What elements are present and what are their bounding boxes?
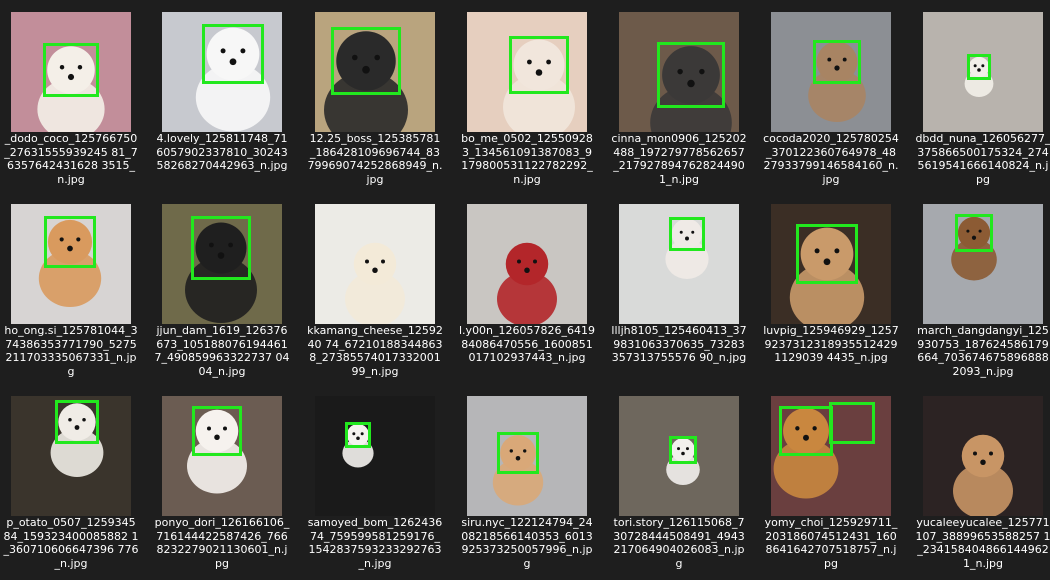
face-detection-box bbox=[813, 40, 861, 84]
file-name: kkamang_cheese_1259240 74_67210188344863… bbox=[307, 324, 443, 378]
face-detection-box bbox=[55, 400, 99, 444]
file-name: yomy_choi_125929711_203186074512431_1608… bbox=[764, 516, 898, 570]
thumbnail-image bbox=[162, 204, 282, 324]
file-name: 4.lovely_125811748_716057902337810_30243… bbox=[156, 132, 288, 172]
file-item[interactable]: bo_me_0502_125509283_134561091387083_917… bbox=[457, 4, 607, 196]
file-item[interactable]: _dodo_coco_125766750_27631555939245 81_7… bbox=[1, 4, 151, 196]
dog-photo-icon bbox=[923, 396, 1043, 516]
face-detection-box bbox=[192, 406, 242, 456]
file-name: yucaleeyucalee_125771107_38899653588257 … bbox=[915, 516, 1050, 570]
file-name: luvpig_125946929_12579237312318935512429… bbox=[763, 324, 899, 364]
dog-photo-icon bbox=[315, 396, 435, 516]
face-detection-box bbox=[43, 43, 99, 97]
file-name: llljh8105_125460413_379831063370635_7328… bbox=[611, 324, 747, 364]
file-item[interactable]: ho_ong.si_125781044_374386353771790_5275… bbox=[1, 196, 151, 388]
file-name: 12.25_boss_125385781_186428109696744_837… bbox=[307, 132, 443, 186]
file-name: ho_ong.si_125781044_374386353771790_5275… bbox=[4, 324, 138, 378]
file-name: siru.nyc_122124794_2408218566140353_6013… bbox=[461, 516, 593, 570]
file-item[interactable]: jjun_dam_1619_126376673_105188076194461 … bbox=[152, 196, 302, 388]
thumbnail-image bbox=[467, 204, 587, 324]
thumbnail-image bbox=[619, 12, 739, 132]
thumbnail-image bbox=[162, 396, 282, 516]
face-detection-box bbox=[191, 216, 251, 280]
file-name: l.y00n_126057826_641984086470556_1600851… bbox=[459, 324, 596, 364]
file-name: _dodo_coco_125766750_27631555939245 81_7… bbox=[4, 132, 138, 186]
file-name: dbdd_nuna_126056277_375866500175324_2745… bbox=[915, 132, 1050, 186]
file-item[interactable]: siru.nyc_122124794_2408218566140353_6013… bbox=[457, 388, 607, 580]
file-name: tori.story_126115068_730728444508491_494… bbox=[613, 516, 745, 570]
thumbnail-image bbox=[315, 12, 435, 132]
face-detection-box bbox=[657, 42, 725, 108]
face-detection-box bbox=[497, 432, 539, 474]
file-item[interactable]: samoyed_bom_126243674_759599581259176_15… bbox=[305, 388, 455, 580]
file-item[interactable]: kkamang_cheese_1259240 74_67210188344863… bbox=[305, 196, 455, 388]
thumbnail-image bbox=[771, 396, 891, 516]
file-name: cocoda2020_125780254_370122360764978_482… bbox=[763, 132, 899, 186]
thumbnail-image bbox=[771, 12, 891, 132]
dog-photo-icon bbox=[467, 204, 587, 324]
face-detection-box bbox=[345, 422, 371, 448]
file-name: jjun_dam_1619_126376673_105188076194461 … bbox=[154, 324, 290, 378]
file-name: samoyed_bom_126243674_759599581259176_15… bbox=[307, 516, 443, 570]
file-name: bo_me_0502_125509283_134561091387083_917… bbox=[461, 132, 593, 186]
file-name: cinna_mon0906_125202488_197279778562657_… bbox=[611, 132, 747, 186]
file-name: p_otato_0507_125934584_159323400085882 1… bbox=[3, 516, 139, 570]
thumbnail-image bbox=[11, 396, 131, 516]
thumbnail-image bbox=[315, 204, 435, 324]
file-name: march_dangdangyi_125930753_1876245861796… bbox=[917, 324, 1049, 378]
face-detection-box bbox=[202, 24, 264, 84]
file-item[interactable]: p_otato_0507_125934584_159323400085882 1… bbox=[1, 388, 151, 580]
thumbnail-image bbox=[923, 12, 1043, 132]
thumbnail-image bbox=[923, 204, 1043, 324]
file-name: ponyo_dori_126166106_716144422587426_766… bbox=[154, 516, 290, 570]
thumbnail-image bbox=[11, 12, 131, 132]
thumbnail-image bbox=[771, 204, 891, 324]
face-detection-box bbox=[829, 402, 875, 444]
face-detection-box bbox=[796, 224, 858, 284]
face-detection-box bbox=[967, 54, 991, 80]
file-item[interactable]: ponyo_dori_126166106_716144422587426_766… bbox=[152, 388, 302, 580]
face-detection-box bbox=[331, 27, 401, 95]
face-detection-box bbox=[509, 36, 569, 94]
file-item[interactable]: 12.25_boss_125385781_186428109696744_837… bbox=[305, 4, 455, 196]
face-detection-box bbox=[669, 436, 697, 464]
file-item[interactable]: luvpig_125946929_12579237312318935512429… bbox=[761, 196, 911, 388]
thumbnail-image bbox=[923, 396, 1043, 516]
file-item[interactable]: cinna_mon0906_125202488_197279778562657_… bbox=[609, 4, 759, 196]
thumbnail-image bbox=[467, 12, 587, 132]
thumbnail-image bbox=[11, 204, 131, 324]
thumbnail-grid: _dodo_coco_125766750_27631555939245 81_7… bbox=[0, 0, 1050, 579]
thumbnail-image bbox=[467, 396, 587, 516]
file-item[interactable]: llljh8105_125460413_379831063370635_7328… bbox=[609, 196, 759, 388]
face-detection-box bbox=[955, 214, 993, 252]
dog-photo-icon bbox=[315, 204, 435, 324]
file-item[interactable]: march_dangdangyi_125930753_1876245861796… bbox=[913, 196, 1050, 388]
file-item[interactable]: l.y00n_126057826_641984086470556_1600851… bbox=[457, 196, 607, 388]
thumbnail-image bbox=[315, 396, 435, 516]
face-detection-box bbox=[669, 217, 705, 251]
file-item[interactable]: 4.lovely_125811748_716057902337810_30243… bbox=[152, 4, 302, 196]
face-detection-box bbox=[779, 406, 833, 456]
file-item[interactable]: tori.story_126115068_730728444508491_494… bbox=[609, 388, 759, 580]
thumbnail-image bbox=[619, 396, 739, 516]
thumbnail-image bbox=[162, 12, 282, 132]
file-item[interactable]: dbdd_nuna_126056277_375866500175324_2745… bbox=[913, 4, 1050, 196]
face-detection-box bbox=[44, 216, 96, 268]
file-item[interactable]: yucaleeyucalee_125771107_38899653588257 … bbox=[913, 388, 1050, 580]
thumbnail-image bbox=[619, 204, 739, 324]
file-item[interactable]: yomy_choi_125929711_203186074512431_1608… bbox=[761, 388, 911, 580]
file-item[interactable]: cocoda2020_125780254_370122360764978_482… bbox=[761, 4, 911, 196]
